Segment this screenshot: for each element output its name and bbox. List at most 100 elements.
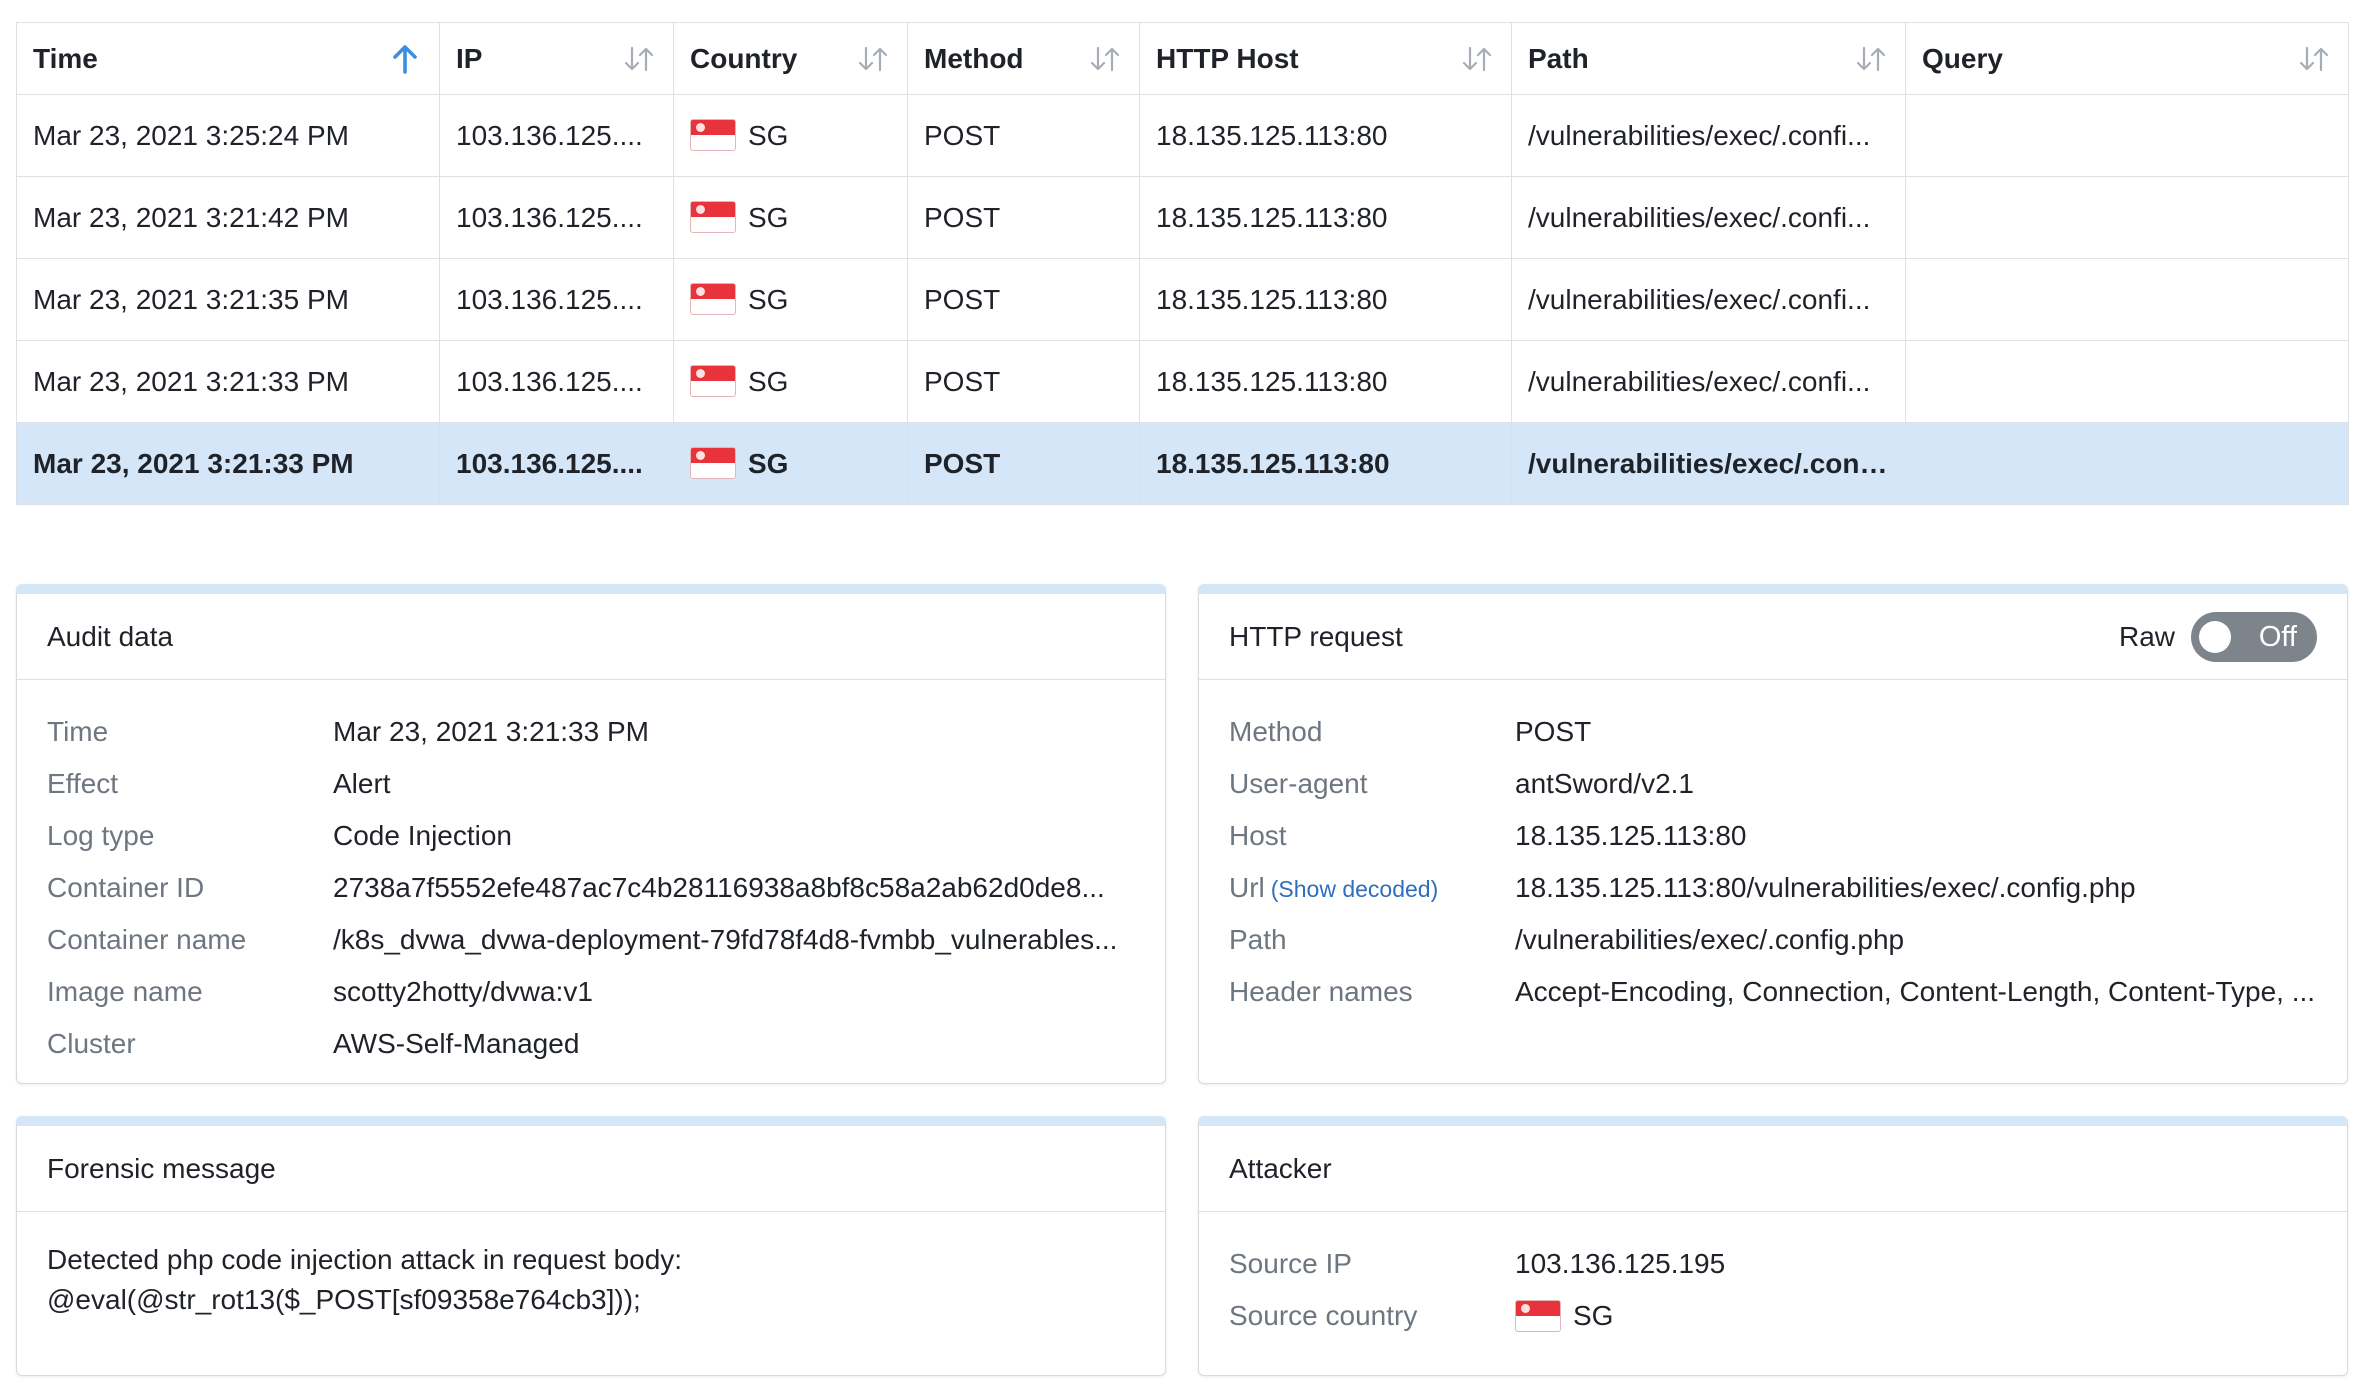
cell-text: 103.136.125.... [456, 447, 643, 479]
cell-text: 18.135.125.113:80 [1156, 119, 1388, 151]
audit-field-value: scotty2hotty/dvwa:v1 [333, 976, 593, 1007]
cell-method: POST [907, 176, 1140, 259]
audit-field-value: Mar 23, 2021 3:21:33 PM [333, 716, 649, 747]
table-body: Mar 23, 2021 3:25:24 PM 103.136.125.... SG… [16, 94, 2349, 505]
table-row[interactable]: Mar 23, 2021 3:25:24 PM 103.136.125.... SG… [16, 94, 2349, 177]
label-text: Container name [47, 924, 247, 955]
column-header-country[interactable]: Country [673, 22, 908, 95]
cell-text: 103.136.125.... [456, 283, 643, 315]
cell-ip: 103.136.125.... [439, 422, 674, 505]
http-field-row: User-agent antSword/v2.1 [1229, 758, 2317, 810]
singapore-flag-icon [690, 447, 736, 480]
cell-text: /vulnerabilities/exec/.confi... [1528, 201, 1871, 233]
cell-ip: 103.136.125.... [439, 94, 674, 177]
cell-query [1905, 94, 2349, 177]
sort-both-icon[interactable] [2296, 44, 2332, 74]
cell-text: SG [748, 447, 789, 479]
raw-label: Raw [2118, 620, 2175, 652]
column-header-ip[interactable]: IP [439, 22, 674, 95]
cell-ip: 103.136.125.... [439, 340, 674, 423]
sort-both-icon[interactable] [855, 44, 891, 74]
cell-text: Mar 23, 2021 3:25:24 PM [33, 119, 349, 151]
audit-field-label: Log type [47, 820, 333, 852]
source-ip-value: 103.136.125.195 [1515, 1248, 1726, 1279]
table-row[interactable]: Mar 23, 2021 3:21:33 PM 103.136.125.... SG… [16, 340, 2349, 423]
cell-text: Mar 23, 2021 3:21:42 PM [33, 201, 349, 233]
cell-country: SG [673, 176, 908, 259]
events-page: Time IP Country Method HTTP Host Path Query Ma… [0, 0, 2364, 1396]
forensic-message-line-1: Detected php code injection attack in re… [47, 1244, 683, 1275]
audit-field-value: Code Injection [333, 820, 513, 851]
sort-both-icon[interactable] [1087, 44, 1123, 74]
cell-query [1905, 258, 2349, 341]
table-row-selected[interactable]: Mar 23, 2021 3:21:33 PM 103.136.125.... SG… [16, 422, 2349, 505]
cell-time: Mar 23, 2021 3:25:24 PM [16, 94, 440, 177]
column-header-time[interactable]: Time [16, 22, 440, 95]
forensic-message-body: Detected php code injection attack in re… [17, 1212, 1165, 1320]
audit-field-value: /k8s_dvwa_dvwa-deployment-79fd78f4d8-fvm… [333, 924, 1118, 955]
toggle-state-text: Off [2258, 620, 2297, 653]
cell-ip: 103.136.125.... [439, 176, 674, 259]
cell-time: Mar 23, 2021 3:21:42 PM [16, 176, 440, 259]
cell-method: POST [907, 258, 1140, 341]
show-decoded-link[interactable]: (Show decoded) [1271, 876, 1439, 902]
column-header-host[interactable]: HTTP Host [1139, 22, 1512, 95]
audit-field-row: Effect Alert [47, 758, 1135, 810]
http-field-row: Url (Show decoded) 18.135.125.113:80/vulne… [1229, 862, 2317, 914]
table-row[interactable]: Mar 23, 2021 3:21:42 PM 103.136.125.... SG… [16, 176, 2349, 259]
source-country-value: SG [1515, 1300, 2317, 1332]
sort-both-icon[interactable] [621, 44, 657, 74]
forensic-message-title: Forensic message [47, 1152, 276, 1184]
label-text: Path [1229, 924, 1287, 955]
http-request-panel: HTTP request Raw Off Method POST User-agen… [1198, 584, 2348, 1084]
http-request-fields: Method POST User-agent antSword/v2.1 Host 18.… [1199, 680, 2347, 1018]
cell-host: 18.135.125.113:80 [1139, 94, 1512, 177]
cell-text: /vulnerabilities/exec/.confi... [1528, 447, 1900, 479]
http-field-row: Path/vulnerabilities/exec/.config.php [1229, 914, 2317, 966]
label-text: Url [1229, 872, 1265, 903]
label-text: Image name [47, 976, 203, 1007]
http-field-value: /vulnerabilities/exec/.config.php [1515, 924, 1905, 955]
column-header-label: Country [690, 42, 798, 74]
http-field-label: Method [1229, 716, 1515, 748]
cell-text: POST [924, 365, 1001, 397]
audit-data-title: Audit data [47, 620, 174, 652]
table-row[interactable]: Mar 23, 2021 3:21:35 PM 103.136.125.... SG… [16, 258, 2349, 341]
audit-field-label: Effect [47, 768, 333, 800]
column-header-path[interactable]: Path [1511, 22, 1906, 95]
raw-toggle[interactable]: Off [2191, 611, 2317, 662]
label-text: Time [47, 716, 109, 747]
audit-field-label: Container ID [47, 872, 333, 904]
label-text: Container ID [47, 872, 205, 903]
cell-query [1905, 422, 2349, 505]
http-field-label: Url (Show decoded) [1229, 872, 1515, 904]
cell-text: SG [748, 119, 789, 151]
sort-ascending-icon[interactable] [387, 44, 423, 74]
cell-host: 18.135.125.113:80 [1139, 422, 1512, 505]
sort-both-icon[interactable] [1459, 44, 1495, 74]
column-header-query[interactable]: Query [1905, 22, 2349, 95]
singapore-flag-icon [1515, 1300, 1561, 1332]
cell-method: POST [907, 340, 1140, 423]
cell-path: /vulnerabilities/exec/.confi... [1511, 176, 1906, 259]
http-request-header: HTTP request Raw Off [1199, 594, 2347, 680]
forensic-message-panel: Forensic message Detected php code injec… [16, 1116, 1166, 1376]
attacker-source-country-row: Source country SG [1229, 1290, 2317, 1342]
http-field-value: 18.135.125.113:80/vulnerabilities/exec/.… [1515, 872, 2136, 903]
column-header-label: Path [1528, 42, 1589, 74]
audit-data-panel: Audit data Time Mar 23, 2021 3:21:33 PM Ef… [16, 584, 1166, 1084]
source-country-code: SG [1573, 1300, 1614, 1331]
cell-host: 18.135.125.113:80 [1139, 340, 1512, 423]
label-text: Cluster [47, 1028, 136, 1059]
audit-field-row: Log type Code Injection [47, 810, 1135, 862]
column-header-method[interactable]: Method [907, 22, 1140, 95]
cell-text: 18.135.125.113:80 [1156, 447, 1390, 479]
cell-host: 18.135.125.113:80 [1139, 258, 1512, 341]
sort-both-icon[interactable] [1853, 44, 1889, 74]
audit-field-row: Container name/k8s_dvwa_dvwa-deployment-… [47, 914, 1135, 966]
audit-field-value: 2738a7f5552efe487ac7c4b28116938a8bf8c58a… [333, 872, 1105, 903]
audit-field-row: Image name scotty2hotty/dvwa:v1 [47, 966, 1135, 1018]
cell-path: /vulnerabilities/exec/.confi... [1511, 422, 1906, 505]
http-field-value: 18.135.125.113:80 [1515, 820, 1747, 851]
cell-path: /vulnerabilities/exec/.confi... [1511, 340, 1906, 423]
